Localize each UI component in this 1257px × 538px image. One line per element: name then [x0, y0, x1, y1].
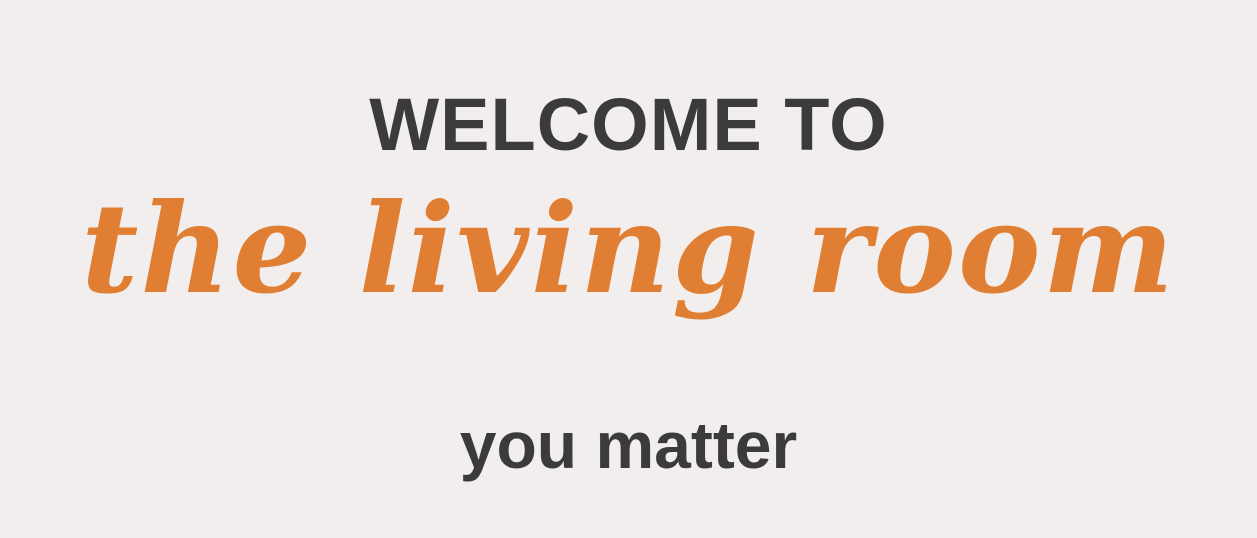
tagline: you matter [459, 408, 798, 482]
brand-name: the living room [81, 177, 1176, 322]
welcome-banner: WELCOME TO the living room you matter [0, 0, 1257, 538]
welcome-heading: WELCOME TO [369, 83, 888, 166]
